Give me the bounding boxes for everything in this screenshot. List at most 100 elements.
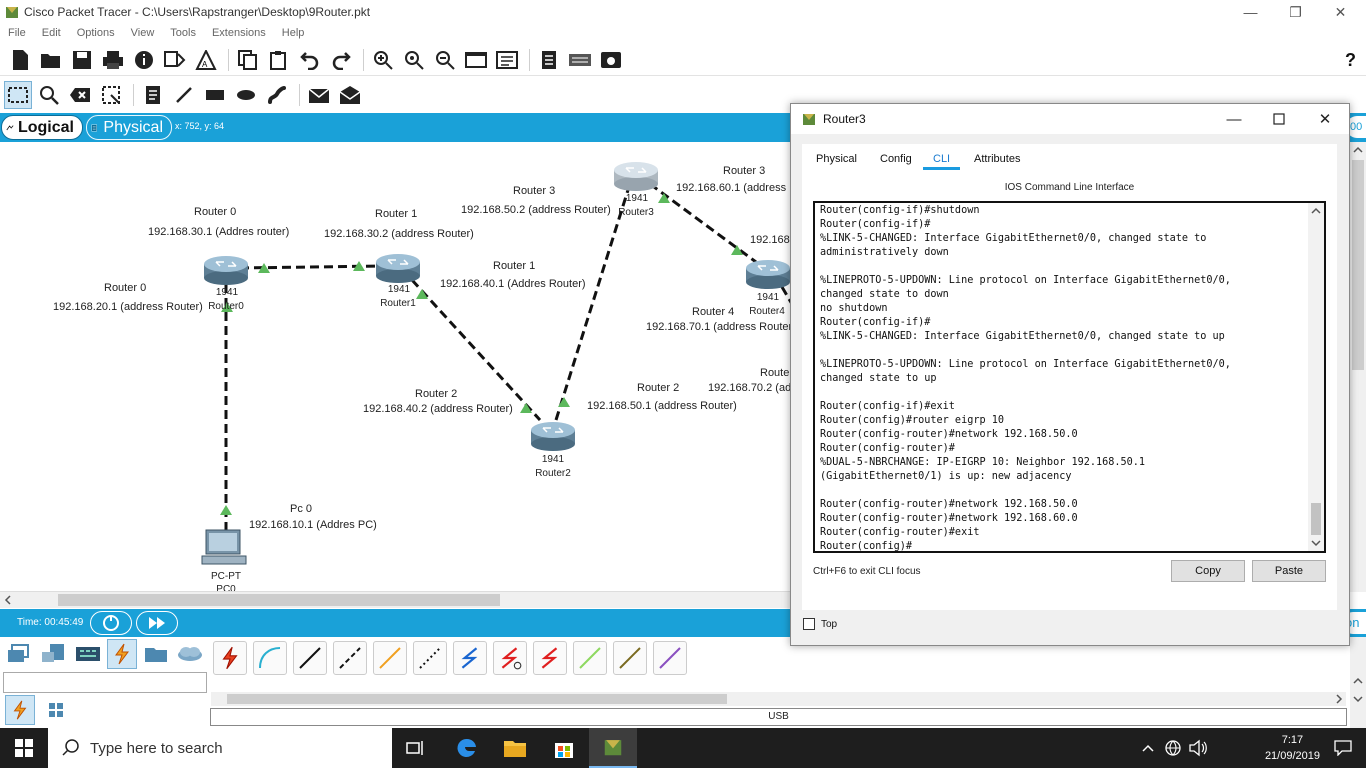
workspace-vertical-scrollbar[interactable]	[1350, 142, 1366, 592]
screenshot-icon[interactable]	[597, 46, 625, 74]
restore-button[interactable]: ❐	[1273, 0, 1318, 24]
add-complex-pdu-icon[interactable]	[336, 81, 364, 109]
scroll-thumb[interactable]	[227, 694, 727, 704]
line-tool-icon[interactable]	[170, 81, 198, 109]
phone-cable-icon[interactable]	[413, 641, 447, 675]
resize-tool-icon[interactable]	[97, 81, 125, 109]
coaxial-cable-icon[interactable]	[453, 641, 487, 675]
drawing-palette-icon[interactable]	[462, 46, 490, 74]
menu-extensions[interactable]: Extensions	[212, 27, 266, 39]
device-name-label[interactable]: Router4	[749, 306, 785, 317]
note-label[interactable]: Router 1	[375, 208, 417, 220]
tab-physical[interactable]: Physical	[814, 151, 859, 167]
iot-custom-cable-icon[interactable]	[613, 641, 647, 675]
device-search-input[interactable]	[3, 672, 207, 693]
note-label[interactable]: 192.168.30.1 (Addres router)	[148, 226, 289, 238]
note-label[interactable]: Router	[760, 367, 793, 379]
tab-attributes[interactable]: Attributes	[972, 151, 1022, 167]
network-wizard-icon[interactable]	[161, 46, 189, 74]
network-globe-icon[interactable]	[1164, 739, 1182, 757]
grid-view-icon[interactable]	[41, 695, 71, 725]
note-label[interactable]: Router 0	[194, 206, 236, 218]
scroll-up-icon[interactable]	[1308, 205, 1324, 217]
help-button[interactable]: ?	[1345, 44, 1356, 76]
network-devices-icon[interactable]	[5, 639, 35, 669]
start-button[interactable]	[0, 728, 48, 768]
minimize-button[interactable]: —	[1228, 0, 1273, 24]
connections-icon[interactable]	[107, 639, 137, 669]
device-name-label[interactable]: Router3	[618, 207, 654, 218]
menu-file[interactable]: File	[8, 27, 26, 39]
note-label[interactable]: 192.168.	[750, 234, 793, 246]
ipc-icon[interactable]	[535, 46, 563, 74]
scroll-thumb[interactable]	[1352, 160, 1364, 370]
serial-dte-icon[interactable]	[533, 641, 567, 675]
scroll-thumb[interactable]	[58, 594, 500, 606]
device-name-label[interactable]: PC0	[216, 584, 235, 591]
redo-icon[interactable]	[327, 46, 355, 74]
save-icon[interactable]	[68, 46, 96, 74]
workspace-horizontal-scrollbar[interactable]	[0, 592, 790, 608]
automatic-connection-icon[interactable]	[213, 641, 247, 675]
inspect-tool-icon[interactable]	[35, 81, 63, 109]
top-checkbox[interactable]	[803, 618, 815, 630]
octal-cable-icon[interactable]	[573, 641, 607, 675]
fast-forward-button[interactable]	[136, 611, 178, 635]
tab-physical[interactable]: Physical	[86, 115, 172, 140]
note-label[interactable]: 192.168.40.2 (address Router)	[363, 403, 513, 415]
dialog-maximize-button[interactable]	[1256, 104, 1302, 134]
add-simple-pdu-icon[interactable]	[305, 81, 333, 109]
custom-devices-icon[interactable]	[493, 46, 521, 74]
router-toolbar-icon[interactable]	[566, 46, 594, 74]
note-label[interactable]: 192.168.50.2 (address Router)	[461, 204, 611, 216]
rectangle-tool-icon[interactable]	[201, 81, 229, 109]
file-explorer-icon[interactable]	[491, 728, 539, 768]
taskbar-search[interactable]: Type here to search	[48, 728, 392, 768]
select-tool-icon[interactable]	[4, 81, 32, 109]
scroll-down-icon[interactable]	[1350, 693, 1366, 705]
device-name-label[interactable]: Router0	[208, 301, 244, 312]
note-label[interactable]: 192.168.50.1 (address Router)	[587, 400, 737, 412]
note-label[interactable]: Router 0	[104, 282, 146, 294]
menu-help[interactable]: Help	[282, 27, 305, 39]
scroll-thumb[interactable]	[1311, 503, 1321, 535]
menu-view[interactable]: View	[131, 27, 155, 39]
chevron-up-icon[interactable]	[1142, 743, 1154, 753]
dialog-minimize-button[interactable]: —	[1211, 104, 1257, 134]
store-icon[interactable]	[540, 728, 588, 768]
taskbar-clock[interactable]: 7:17 21/09/2019	[1265, 732, 1320, 764]
note-label[interactable]: 192.168.70.1 (address Router	[646, 321, 792, 333]
console-cable-icon[interactable]	[253, 641, 287, 675]
ellipse-tool-icon[interactable]	[232, 81, 260, 109]
scroll-left-icon[interactable]	[3, 592, 13, 608]
tab-logical[interactable]: Logical	[1, 115, 83, 140]
connections-subcategory-icon[interactable]	[5, 695, 35, 725]
serial-dce-icon[interactable]	[493, 641, 527, 675]
undo-icon[interactable]	[296, 46, 324, 74]
multiuser-icon[interactable]	[175, 639, 205, 669]
dialog-close-button[interactable]: ✕	[1302, 104, 1348, 134]
notifications-icon[interactable]	[1334, 740, 1352, 756]
copy-button[interactable]: Copy	[1171, 560, 1245, 582]
zoom-reset-icon[interactable]	[400, 46, 428, 74]
note-label[interactable]: 192.168.10.1 (Addres PC)	[249, 519, 377, 531]
note-label[interactable]: Router 1	[493, 260, 535, 272]
note-label[interactable]: Router 2	[415, 388, 457, 400]
end-devices-icon[interactable]	[39, 639, 69, 669]
task-view-icon[interactable]	[392, 728, 440, 768]
packet-tracer-taskbar-icon[interactable]	[589, 728, 637, 768]
note-label[interactable]: Router 4	[692, 306, 734, 318]
freeform-tool-icon[interactable]	[263, 81, 291, 109]
copper-cross-over-icon[interactable]	[333, 641, 367, 675]
zoom-in-icon[interactable]	[369, 46, 397, 74]
note-tool-icon[interactable]	[139, 81, 167, 109]
note-label[interactable]: 192.168.20.1 (address Router)	[53, 301, 203, 313]
paste-button[interactable]: Paste	[1252, 560, 1326, 582]
usb-cable-icon[interactable]	[653, 641, 687, 675]
menu-options[interactable]: Options	[77, 27, 115, 39]
edge-browser-icon[interactable]	[443, 728, 491, 768]
tab-cli[interactable]: CLI	[923, 151, 961, 170]
open-folder-icon[interactable]	[37, 46, 65, 74]
note-label[interactable]: Router 3	[513, 185, 555, 197]
note-label[interactable]: 192.168.30.2 (address Router)	[324, 228, 474, 240]
